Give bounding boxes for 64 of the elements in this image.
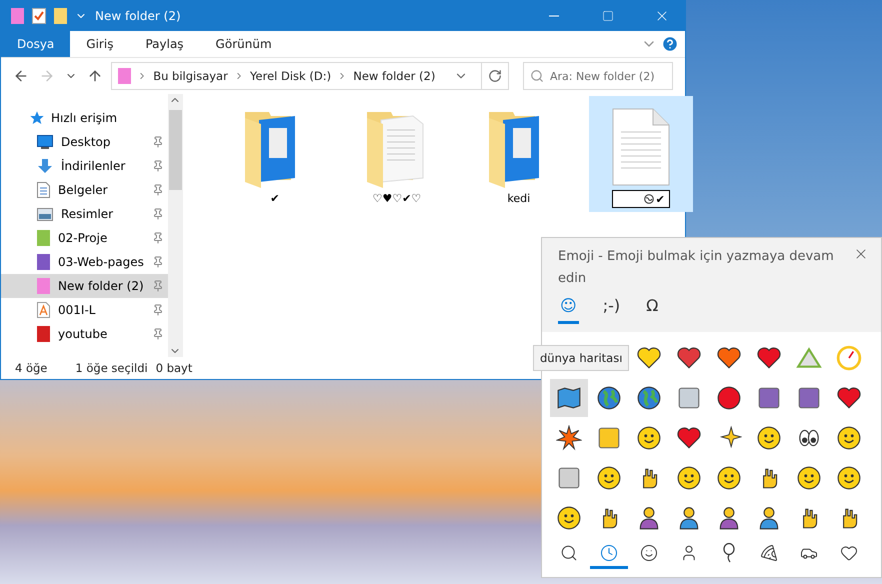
nav-item[interactable]: 001I-L xyxy=(1,298,168,322)
nav-item[interactable]: Desktop xyxy=(1,130,168,154)
rename-field[interactable]: ✔ xyxy=(612,190,670,208)
maximize-icon xyxy=(602,10,614,22)
selection-count: 1 öğe seçildi xyxy=(75,361,148,375)
pizza-icon xyxy=(760,544,778,562)
search-field[interactable]: Ara: New folder (2) xyxy=(523,62,673,90)
nav-item[interactable]: New folder (2) xyxy=(1,274,168,298)
ribbon-tab[interactable]: Dosya xyxy=(1,31,70,57)
nav-item[interactable]: İndirilenler xyxy=(1,154,168,178)
nav-item-label: İndirilenler xyxy=(61,159,126,173)
folder-icon xyxy=(118,68,131,84)
ribbon-tab[interactable]: Paylaş xyxy=(129,31,200,57)
nav-item[interactable]: Resimler xyxy=(1,202,168,226)
emoji-cell[interactable] xyxy=(550,379,588,417)
file-name: ✔ xyxy=(270,192,280,205)
tooltip: dünya haritası xyxy=(533,345,630,371)
nav-item-label: Desktop xyxy=(61,135,112,149)
minimize-icon xyxy=(549,15,559,17)
panel-tab[interactable]: Ω xyxy=(644,296,660,324)
file-item[interactable]: ✔ xyxy=(222,96,327,212)
refresh-icon xyxy=(488,69,502,83)
panel-tab[interactable]: ☺ xyxy=(558,296,579,324)
ribbon-tab[interactable]: Görünüm xyxy=(200,31,288,57)
breadcrumb[interactable]: New folder (2) xyxy=(353,69,436,83)
address-bar[interactable]: Bu bilgisayar Yerel Disk (D:) New folder (2) xyxy=(111,62,509,90)
smiley-icon xyxy=(640,544,658,562)
nav-item-label: Belgeler xyxy=(58,183,109,197)
text-file-icon xyxy=(610,108,671,186)
file-name: ♡♥♡✔♡ xyxy=(372,192,422,205)
help-icon xyxy=(661,35,679,53)
item-count: 4 öğe xyxy=(15,361,48,375)
search-icon xyxy=(530,69,544,83)
window-title: New folder (2) xyxy=(95,9,182,23)
file-name: ✔ xyxy=(656,192,665,206)
panel-title: Emoji - Emoji bulmak için yazmaya devam edin xyxy=(558,248,835,288)
ribbon-tab[interactable]: Giriş xyxy=(70,31,130,57)
nav-item-label: 001I-L xyxy=(58,303,96,317)
nav-item-label: Resimler xyxy=(61,207,114,221)
nav-item-label: New folder (2) xyxy=(58,279,144,293)
file-item[interactable]: ✔ xyxy=(588,96,693,212)
file-item[interactable]: ♡♥♡✔♡ xyxy=(344,96,449,212)
heart-icon xyxy=(840,544,858,562)
nav-item[interactable]: 03-Web-pages xyxy=(1,250,168,274)
nav-item[interactable]: Belgeler xyxy=(1,178,168,202)
globe-icon xyxy=(644,194,654,204)
scrollbar[interactable] xyxy=(168,94,183,357)
checklist-icon[interactable] xyxy=(32,8,46,24)
nav-item-label: 03-Web-pages xyxy=(58,255,144,269)
selection-size: 0 bayt xyxy=(156,361,192,375)
file-name: kedi xyxy=(507,192,530,205)
clock-icon xyxy=(600,544,618,562)
balloon-icon xyxy=(722,542,736,562)
breadcrumb[interactable]: Bu bilgisayar xyxy=(153,69,228,83)
breadcrumb[interactable]: Yerel Disk (D:) xyxy=(250,69,332,83)
star-icon xyxy=(29,110,45,126)
nav-item-label: youtube xyxy=(58,327,108,341)
panel-tab[interactable]: ;-) xyxy=(600,296,622,324)
quick-access-header[interactable]: Hızlı erişim xyxy=(51,111,168,125)
file-item[interactable]: kedi xyxy=(466,96,571,212)
nav-item[interactable]: 02-Proje xyxy=(1,226,168,250)
nav-item-label: 02-Proje xyxy=(58,231,108,245)
search-icon xyxy=(560,544,578,562)
nav-item[interactable]: youtube xyxy=(1,322,168,346)
